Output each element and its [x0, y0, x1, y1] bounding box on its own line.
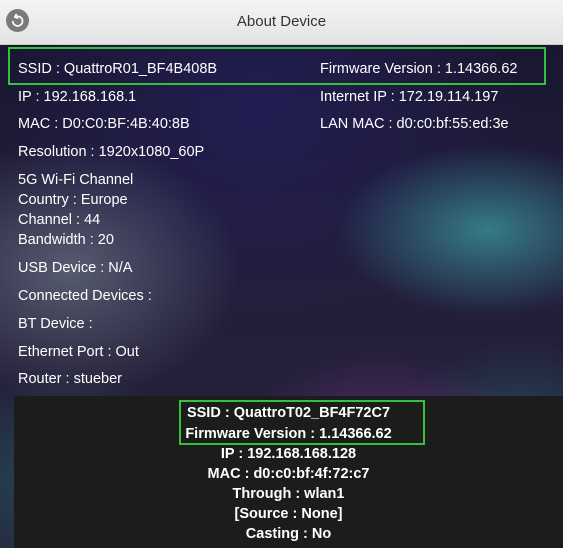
- bt-device-value: BT Device :: [18, 316, 93, 332]
- ip-value: IP : 192.168.168.1: [18, 89, 137, 105]
- lan-mac-value: LAN MAC : d0:c0:bf:55:ed:3e: [320, 116, 509, 132]
- ssid-value: SSID : QuattroR01_BF4B408B: [18, 61, 218, 77]
- client-ip-value: IP : 192.168.168.128: [220, 446, 357, 462]
- client-firmware-value: Firmware Version : 1.14366.62: [185, 426, 392, 442]
- wifi-channel-heading: 5G Wi-Fi Channel: [18, 172, 134, 188]
- bandwidth-value: Bandwidth : 20: [18, 232, 114, 248]
- internet-ip-value: Internet IP : 172.19.114.197: [320, 89, 499, 105]
- client-mac-value: MAC : d0:c0:bf:4f:72:c7: [207, 466, 370, 482]
- client-info-panel: SSID : QuattroT02_BF4F72C7 Firmware Vers…: [14, 396, 563, 548]
- client-ssid-value: SSID : QuattroT02_BF4F72C7: [186, 405, 391, 421]
- about-device-screen: About Device SSID : QuattroR01_BF4B408B …: [0, 0, 563, 548]
- client-through-value: Through : wlan1: [232, 486, 345, 502]
- channel-value: Channel : 44: [18, 212, 101, 228]
- page-title: About Device: [236, 13, 327, 30]
- resolution-value: Resolution : 1920x1080_60P: [18, 144, 205, 160]
- router-value: Router : stueber: [18, 371, 122, 387]
- header-bar: About Device: [0, 0, 563, 45]
- mac-value: MAC : D0:C0:BF:4B:40:8B: [18, 116, 190, 132]
- connected-devices-value: Connected Devices :: [18, 288, 152, 304]
- ethernet-port-value: Ethernet Port : Out: [18, 344, 139, 360]
- firmware-version-value: Firmware Version : 1.14366.62: [320, 61, 518, 77]
- client-casting-value: Casting : No: [245, 526, 332, 542]
- country-value: Country : Europe: [18, 192, 128, 208]
- usb-device-value: USB Device : N/A: [18, 260, 133, 276]
- client-source-value: [Source : None]: [234, 506, 343, 522]
